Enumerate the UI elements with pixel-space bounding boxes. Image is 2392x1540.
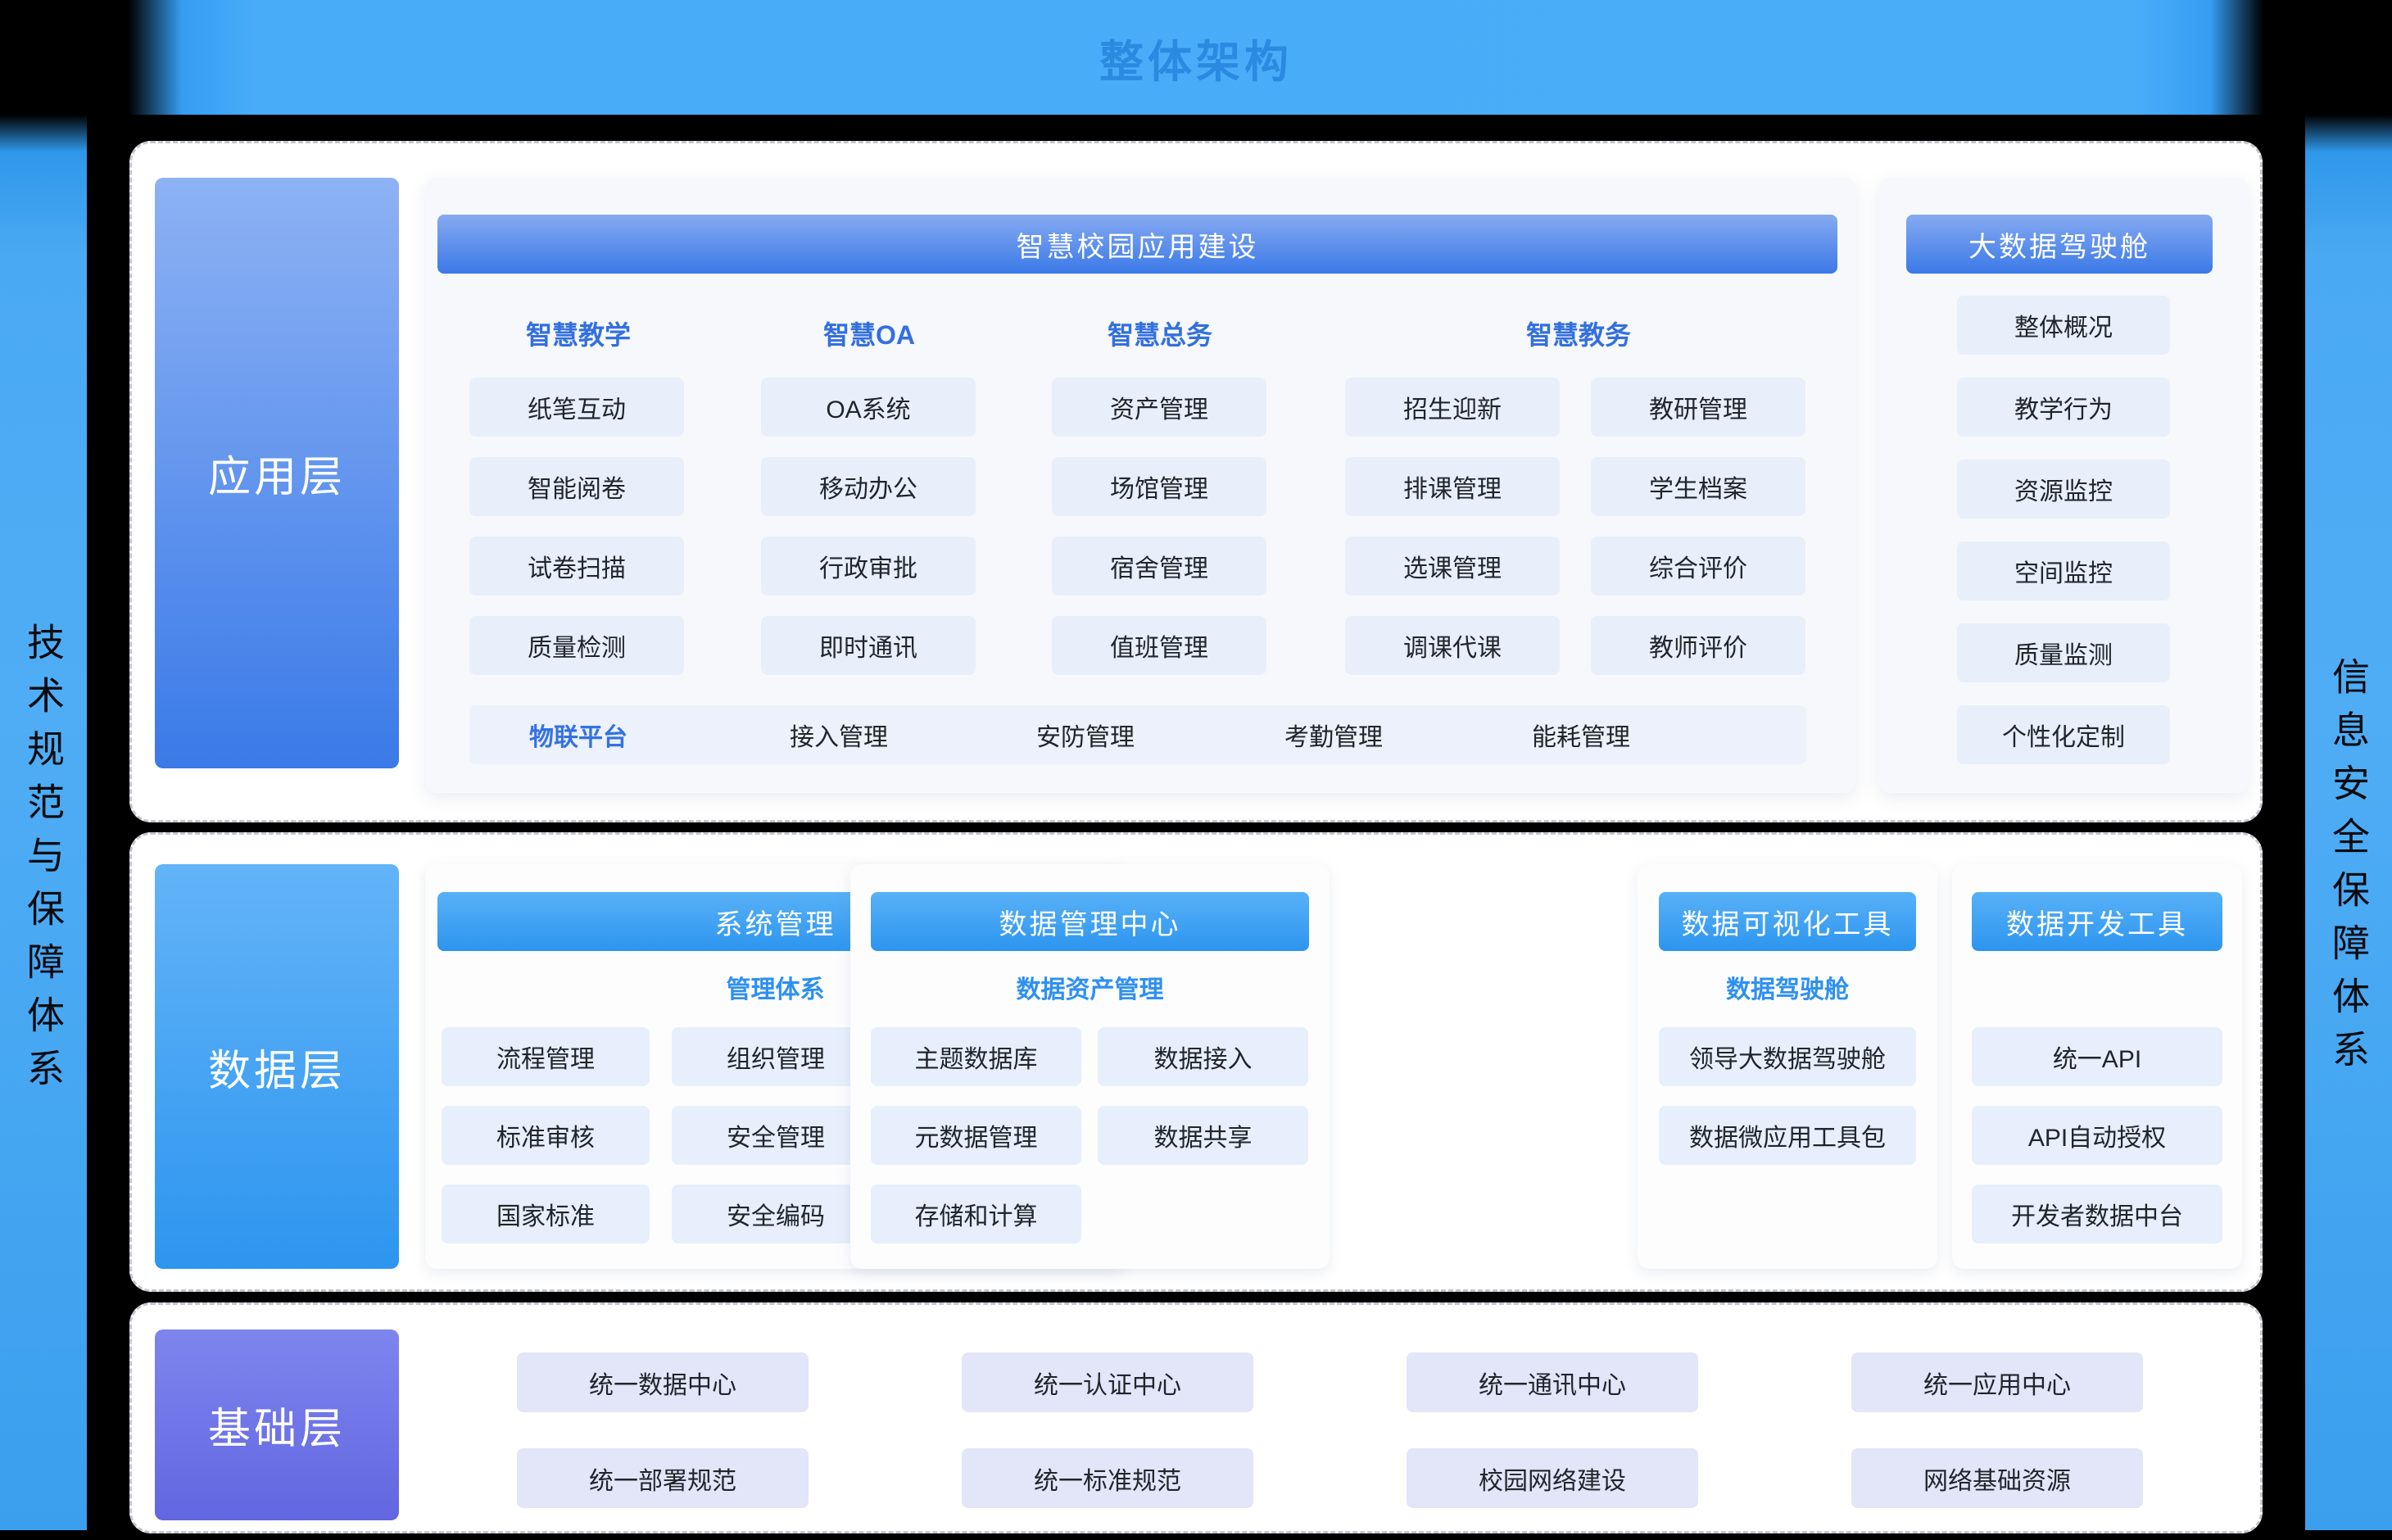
column-header-oa: 智慧OA <box>823 315 915 352</box>
data-visualization-chip-grid: 领导大数据驾驶舱数据微应用工具包 <box>1659 1027 1916 1165</box>
app-item-chip: 排课管理 <box>1345 457 1560 516</box>
app-item-chip: 宿舍管理 <box>1052 537 1266 596</box>
app-item-chip: 行政审批 <box>761 537 976 596</box>
right-strip-label: 信息安全保障体系 <box>2322 657 2376 1083</box>
data-item-chip: 安全编码 <box>672 1184 880 1243</box>
base-layer-chip-grid: 统一数据中心 统一认证中心 统一通讯中心 统一应用中心统一部署规范 统一标准规范 校园网络… <box>517 1352 2143 1508</box>
page-title: 整体架构 <box>1099 25 1293 90</box>
bigdata-chip-list: 整体概况教学行为资源监控空间监控质量监测个性化定制 <box>1957 296 2170 764</box>
data-item-chip: 存储和计算 <box>871 1184 1081 1243</box>
data-item-chip: 主题数据库 <box>871 1027 1081 1086</box>
data-item-chip: 组织管理 <box>672 1027 880 1086</box>
base-item-chip: 统一部署规范 <box>517 1448 809 1508</box>
app-item-chip: 场馆管理 <box>1052 457 1266 516</box>
app-item-chip: 质量检测 <box>469 616 684 675</box>
data-development-card: 数据开发工具 统一API API自动授权开发者数据中台 <box>1952 864 2242 1269</box>
column-header-teaching: 智慧教学 <box>526 315 631 352</box>
base-item-chip: 统一通讯中心 <box>1407 1352 1698 1412</box>
data-item-chip: 标准审核 <box>442 1106 650 1165</box>
data-cockpit-subheader: 数据驾驶舱 <box>1638 969 1937 1005</box>
app-layer-label: 应用层 <box>155 178 399 768</box>
data-management-center-card: 数据管理中心 数据资产管理 主题数据库数据接入元数据管理数据共享存储和计算 <box>850 864 1330 1269</box>
data-visualization-header: 数据可视化工具 <box>1659 892 1916 951</box>
base-layer-panel: 基础层 统一数据中心 统一认证中心 统一通讯中心 统一应用中心统一部署规范 统一标准规范… <box>129 1302 2263 1533</box>
bigdata-item-chip: 资源监控 <box>1957 460 2170 519</box>
left-strip-label: 技术规范与保障体系 <box>16 623 70 1102</box>
data-item-chip: 数据共享 <box>1098 1106 1308 1165</box>
data-asset-subheader: 数据资产管理 <box>850 969 1330 1005</box>
app-item-chip: OA系统 <box>761 378 976 437</box>
app-item-chip: 纸笔互动 <box>469 378 684 437</box>
bigdata-item-chip: 个性化定制 <box>1957 705 2170 764</box>
data-item-chip: 领导大数据驾驶舱 <box>1659 1027 1916 1086</box>
architecture-diagram: 整体架构 技术规范与保障体系 信息安全保障体系 应用层 智慧校园应用建设 智慧教… <box>0 0 2392 1540</box>
iot-platform-row: 物联平台 接入管理安防管理考勤管理能耗管理 <box>469 705 1806 764</box>
app-item-chip: 移动办公 <box>761 457 976 516</box>
left-edge-strip: 技术规范与保障体系 <box>0 115 87 1530</box>
smart-campus-panel: 智慧校园应用建设 智慧教学 智慧OA 智慧总务 智慧教务 纸笔互动智能阅卷试卷扫… <box>425 178 1856 793</box>
data-item-chip: 安全管理 <box>672 1106 880 1165</box>
base-layer-label: 基础层 <box>155 1329 399 1520</box>
academic-affairs-chip-column-1: 招生迎新排课管理选课管理调课代课 <box>1345 378 1560 675</box>
data-development-header: 数据开发工具 <box>1972 892 2222 951</box>
app-item-chip: 招生迎新 <box>1345 378 1560 437</box>
base-item-chip: 网络基础资源 <box>1851 1448 2143 1508</box>
data-item-chip: 元数据管理 <box>871 1106 1081 1165</box>
app-item-chip: 学生档案 <box>1591 457 1805 516</box>
bigdata-item-chip: 质量监测 <box>1957 623 2170 682</box>
oa-chip-column: OA系统移动办公行政审批即时通讯 <box>761 378 976 675</box>
iot-item-label: 能耗管理 <box>1532 705 1630 764</box>
app-item-chip: 综合评价 <box>1591 537 1805 596</box>
teaching-chip-column: 纸笔互动智能阅卷试卷扫描质量检测 <box>469 378 684 675</box>
data-layer-label: 数据层 <box>155 864 399 1269</box>
app-item-chip: 值班管理 <box>1052 616 1266 675</box>
base-item-chip: 统一数据中心 <box>517 1352 809 1412</box>
bigdata-item-chip: 教学行为 <box>1957 378 2170 437</box>
app-item-chip: 试卷扫描 <box>469 537 684 596</box>
top-banner: 整体架构 <box>129 0 2263 115</box>
right-edge-strip: 信息安全保障体系 <box>2305 115 2392 1530</box>
app-item-chip: 调课代课 <box>1345 616 1560 675</box>
data-item-chip: 数据微应用工具包 <box>1659 1106 1916 1165</box>
app-item-chip: 即时通讯 <box>761 616 976 675</box>
bigdata-item-chip: 空间监控 <box>1957 541 2170 600</box>
data-item-chip: 流程管理 <box>442 1027 650 1086</box>
general-affairs-chip-column: 资产管理场馆管理宿舍管理值班管理 <box>1052 378 1266 675</box>
data-item-chip: API自动授权 <box>1972 1106 2222 1165</box>
column-header-general-affairs: 智慧总务 <box>1108 315 1212 352</box>
iot-item-label: 安防管理 <box>1036 705 1135 764</box>
smart-campus-header: 智慧校园应用建设 <box>437 215 1837 274</box>
data-visualization-card: 数据可视化工具 数据驾驶舱 领导大数据驾驶舱数据微应用工具包 <box>1638 864 1937 1269</box>
app-item-chip: 智能阅卷 <box>469 457 684 516</box>
data-item-chip: 数据接入 <box>1098 1027 1308 1086</box>
bigdata-cockpit-panel: 大数据驾驶舱 整体概况教学行为资源监控空间监控质量监测个性化定制 <box>1878 178 2249 793</box>
app-item-chip: 资产管理 <box>1052 378 1266 437</box>
data-development-chip-grid: 统一API API自动授权开发者数据中台 <box>1972 1027 2222 1243</box>
iot-item-label: 接入管理 <box>790 705 888 764</box>
base-item-chip: 统一应用中心 <box>1851 1352 2143 1412</box>
app-item-chip: 教研管理 <box>1591 378 1805 437</box>
data-management-center-header: 数据管理中心 <box>871 892 1309 951</box>
bigdata-cockpit-header: 大数据驾驶舱 <box>1906 215 2213 274</box>
iot-item-label: 考勤管理 <box>1284 705 1383 764</box>
base-item-chip: 校园网络建设 <box>1407 1448 1698 1508</box>
app-item-chip: 教师评价 <box>1591 616 1805 675</box>
base-item-chip: 统一认证中心 <box>962 1352 1253 1412</box>
data-management-chip-grid: 主题数据库数据接入元数据管理数据共享存储和计算 <box>871 1027 1308 1243</box>
academic-affairs-chip-column-2: 教研管理学生档案综合评价教师评价 <box>1591 378 1805 675</box>
data-item-chip: 开发者数据中台 <box>1972 1184 2222 1243</box>
application-layer-panel: 应用层 智慧校园应用建设 智慧教学 智慧OA 智慧总务 智慧教务 纸笔互动智能阅… <box>129 141 2263 822</box>
iot-item-list: 接入管理 安防管理 考勤管理 能耗管理 <box>469 705 1806 764</box>
bigdata-item-chip: 整体概况 <box>1957 296 2170 355</box>
data-item-chip: 统一API <box>1972 1027 2222 1086</box>
app-item-chip: 选课管理 <box>1345 537 1560 596</box>
base-item-chip: 统一标准规范 <box>962 1448 1253 1508</box>
data-layer-panel: 数据层 系统管理 管理体系 流程管理组织管理行业标准标准审核安全管理监督评估国家… <box>129 832 2263 1292</box>
data-item-chip: 国家标准 <box>442 1184 650 1243</box>
column-header-academic-affairs: 智慧教务 <box>1526 315 1631 352</box>
